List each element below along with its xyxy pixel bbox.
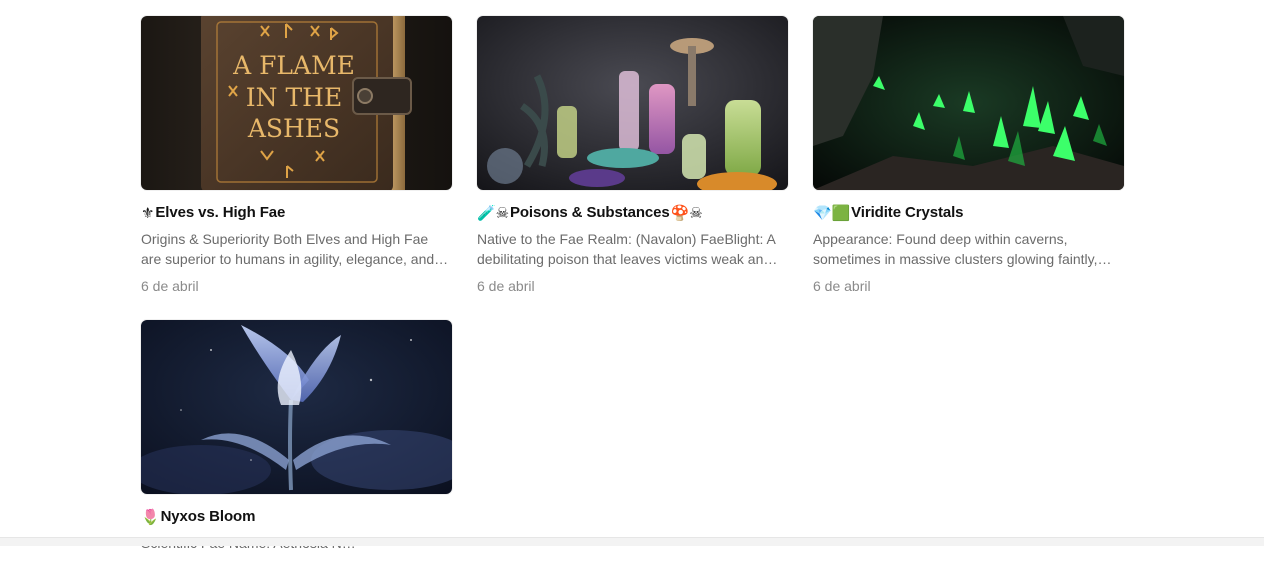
card-description: Appearance: Found deep within caverns, s…	[813, 231, 1112, 267]
card-date: 6 de abril	[813, 278, 871, 294]
book-title-line-3: ASHES	[247, 114, 340, 143]
card-thumbnail[interactable]	[813, 16, 1124, 190]
card-elves-vs-high-fae[interactable]: A FLAME IN THE ASHES ⚜ Elves vs. High Fa…	[141, 16, 452, 296]
bottom-scroll-bar	[0, 537, 1264, 546]
card-description: Origins & Superiority Both Elves and Hig…	[141, 231, 435, 267]
card-title: 🌷 Nyxos Bloom	[141, 508, 452, 526]
card-nyxos-bloom[interactable]: 🌷 Nyxos Bloom Scientific Fae Name: Aetho…	[141, 320, 452, 573]
flower-image	[141, 320, 452, 494]
book-cover-image: A FLAME IN THE ASHES	[141, 16, 452, 190]
card-poisons-substances[interactable]: 🧪☠ Poisons & Substances 🍄☠ Native to the…	[477, 16, 788, 296]
potions-image	[477, 16, 788, 190]
card-thumbnail[interactable]	[477, 16, 788, 190]
card-thumbnail[interactable]: A FLAME IN THE ASHES	[141, 16, 452, 190]
card-date: 6 de abril	[477, 278, 535, 294]
gem-green-square-icon: 💎🟩	[813, 204, 851, 222]
card-thumbnail[interactable]	[141, 320, 452, 494]
book-title-line-1: A FLAME	[232, 51, 355, 80]
book-title-line-2: IN THE	[246, 83, 342, 112]
card-description: Native to the Fae Realm: (Navalon) FaeBl…	[477, 231, 778, 267]
card-title: 💎🟩 Viridite Crystals	[813, 204, 1124, 222]
card-title: ⚜ Elves vs. High Fae	[141, 204, 452, 222]
card-title-text[interactable]: Elves vs. High Fae	[155, 204, 285, 222]
card-viridite-crystals[interactable]: 💎🟩 Viridite Crystals Appearance: Found d…	[813, 16, 1124, 296]
crystal-cave-image	[813, 16, 1124, 190]
test-tube-skull-icon: 🧪☠	[477, 204, 509, 222]
card-date: 6 de abril	[141, 278, 199, 294]
card-title: 🧪☠ Poisons & Substances 🍄☠	[477, 204, 788, 222]
mushroom-skull-icon: 🍄☠	[670, 204, 703, 222]
fleur-de-lis-icon: ⚜	[141, 204, 155, 222]
card-title-text[interactable]: Poisons & Substances	[510, 204, 670, 222]
tulip-icon: 🌷	[141, 508, 160, 526]
card-title-text[interactable]: Nyxos Bloom	[161, 508, 256, 526]
card-title-text[interactable]: Viridite Crystals	[851, 204, 963, 222]
